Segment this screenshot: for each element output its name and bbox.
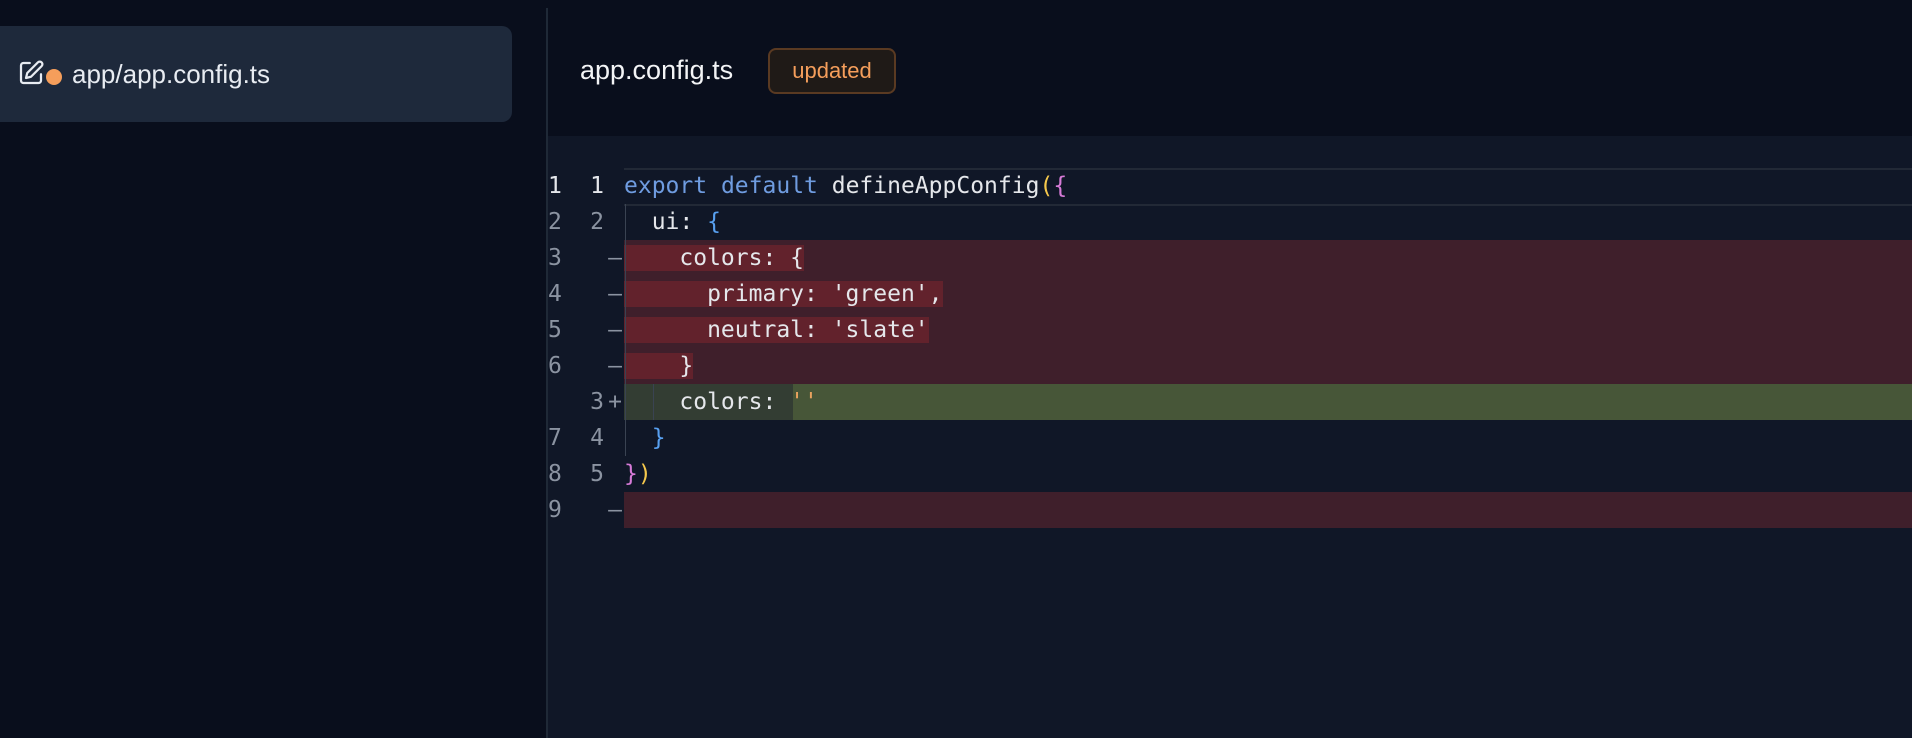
deleted-line-background — [624, 492, 1912, 528]
code-token: ( — [1039, 173, 1054, 199]
modified-dot — [46, 69, 62, 85]
old-line-number: 8 — [548, 461, 562, 487]
diff-line-context: 7 4 } — [548, 420, 1912, 456]
code-token: } — [624, 461, 638, 487]
diff-line-add: 3 + colors: '' — [548, 384, 1912, 420]
deleted-marker: — — [608, 497, 622, 523]
new-line-number: 2 — [590, 209, 604, 235]
sidebar-item-app-config[interactable]: app/app.config.ts — [0, 26, 512, 122]
diff-header: app.config.ts updated — [548, 0, 1912, 136]
code-text: ui: { — [624, 204, 721, 240]
code-token: ) — [637, 461, 652, 487]
added-marker: + — [608, 389, 622, 415]
diff-line-context: 8 5}) — [548, 456, 1912, 492]
deleted-marker: — — [608, 353, 622, 379]
indent-guide — [624, 204, 626, 456]
deleted-line-background — [624, 348, 1912, 384]
old-line-number: 4 — [548, 281, 562, 307]
deleted-line-background — [624, 240, 1912, 276]
old-line-number: 5 — [548, 317, 562, 343]
code-token: export — [624, 173, 708, 199]
code-token: primary: 'green', — [624, 281, 943, 307]
code-token: ui: — [624, 209, 708, 235]
code-text: colors: { — [624, 240, 805, 276]
diff-line-context: 2 2 ui: { — [548, 204, 1912, 240]
indent-guide — [652, 384, 654, 420]
deleted-marker: — — [608, 281, 622, 307]
status-badge: updated — [768, 48, 896, 94]
old-line-number: 3 — [548, 245, 562, 271]
diff-line-delete: 5 — neutral: 'slate' — [548, 312, 1912, 348]
code-token: } — [624, 353, 694, 379]
code-text: primary: 'green', — [624, 276, 943, 312]
code-text: }) — [624, 456, 652, 492]
new-line-number: 3 — [590, 389, 604, 415]
code-token: defineAppConfig — [817, 173, 1040, 199]
old-line-number: 2 — [548, 209, 562, 235]
old-line-number: 7 — [548, 425, 562, 451]
diff-line-delete: 3 — colors: { — [548, 240, 1912, 276]
diff-line-delete: 6 — } — [548, 348, 1912, 384]
code-token: { — [1053, 173, 1068, 199]
code-token: colors: { — [624, 245, 805, 271]
old-line-number: 9 — [548, 497, 562, 523]
diff-line-delete: 4 — primary: 'green', — [548, 276, 1912, 312]
app-window: app/app.config.ts app.config.ts updated … — [0, 0, 1912, 738]
old-line-number: 1 — [548, 173, 562, 199]
code-token: { — [707, 209, 721, 235]
sidebar-item-label: app/app.config.ts — [72, 59, 271, 89]
code-text: } — [624, 348, 694, 384]
file-title: app.config.ts — [580, 55, 734, 85]
file-sidebar: app/app.config.ts — [0, 0, 546, 738]
code-text: neutral: 'slate' — [624, 312, 929, 348]
deleted-marker: — — [608, 245, 622, 271]
code-token: colors: — [624, 389, 791, 415]
diff-line-delete-empty: 9— — [548, 492, 1912, 528]
diff-editor[interactable]: 1 1 export default defineAppConfig({2 2 ui:… — [548, 136, 1912, 738]
code-token: } — [651, 425, 666, 451]
code-text: export default defineAppConfig({ — [624, 168, 1067, 204]
new-line-number: 1 — [590, 173, 604, 199]
edit-square-icon — [16, 58, 46, 88]
code-token: default — [720, 173, 818, 199]
old-line-number: 6 — [548, 353, 562, 379]
new-line-number: 5 — [590, 461, 604, 487]
code-text: } — [624, 420, 666, 456]
diff-line-context: 1 1 export default defineAppConfig({ — [548, 168, 1912, 206]
new-line-number: 4 — [590, 425, 604, 451]
code-token: '' — [790, 389, 818, 415]
deleted-marker: — — [608, 317, 622, 343]
code-token: neutral: 'slate' — [624, 317, 929, 343]
